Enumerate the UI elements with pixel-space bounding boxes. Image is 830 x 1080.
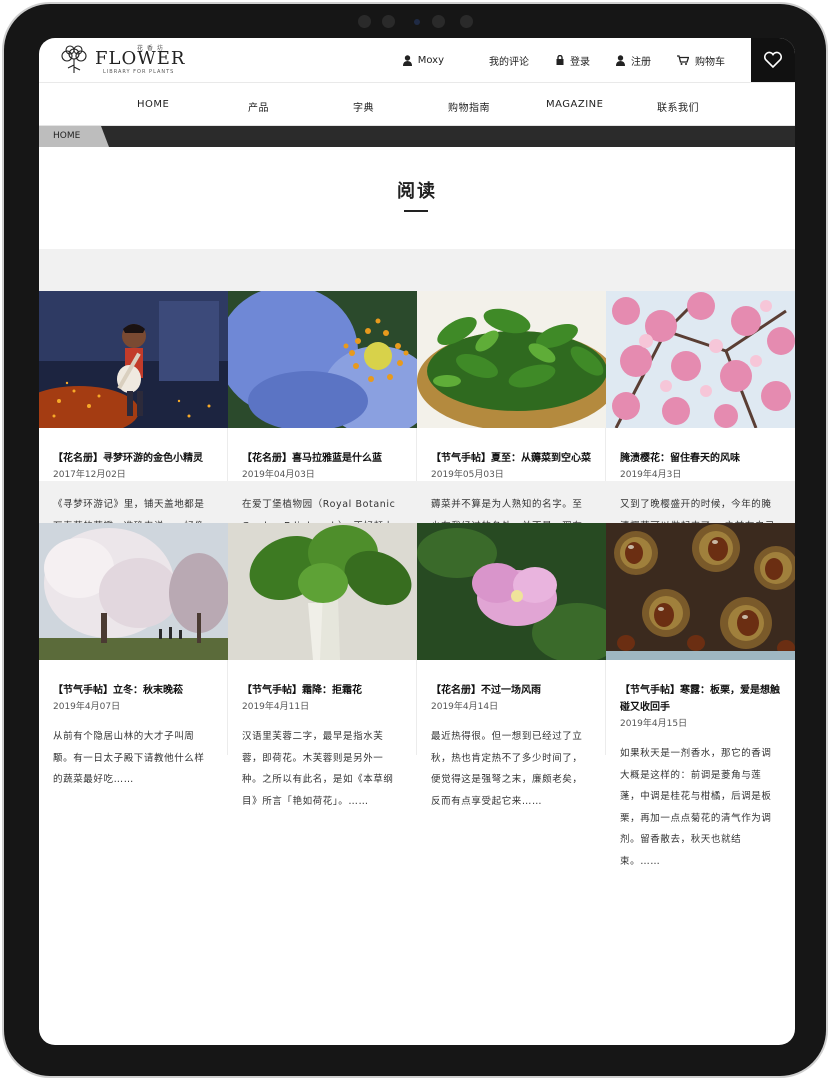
article-title[interactable]: 【花名册】喜马拉雅蓝是什么蓝: [242, 450, 402, 467]
nav-dictionary[interactable]: 字典: [353, 99, 374, 114]
logo-chinese: 花 香 坊: [137, 45, 164, 52]
cart-label: 购物车: [695, 56, 725, 68]
page-title: 阅读: [397, 181, 437, 202]
cart-link[interactable]: 购物车: [677, 53, 725, 68]
user-icon: [402, 54, 412, 66]
camera-sensor: [414, 19, 420, 25]
page-header: 阅读: [39, 147, 795, 249]
logo-subtitle: LIBRARY FOR PLANTS: [103, 69, 175, 75]
article-image[interactable]: [606, 523, 795, 660]
article-card[interactable]: 【花名册】喜马拉雅蓝是什么蓝 2019年04月03日 在爱丁堡植物园（Royal…: [228, 291, 417, 553]
flower-logo-icon: [61, 44, 87, 73]
article-date: 2019年4月3日: [620, 470, 682, 480]
article-title[interactable]: 【节气手帖】霜降：拒霜花: [242, 682, 402, 699]
article-card[interactable]: 【节气手帖】寒露：板栗，爱是想触碰又收回手 2019年4月15日 如果秋天是一剂…: [606, 523, 795, 867]
article-row: 【花名册】寻梦环游的金色小精灵 2017年12月02日 《寻梦环游记》里，铺天盖…: [39, 291, 795, 575]
user-menu[interactable]: Moxy: [402, 54, 444, 66]
cart-icon: [677, 55, 689, 65]
article-title[interactable]: 【花名册】不过一场风雨: [431, 682, 591, 699]
camera-dot: [432, 15, 445, 28]
article-date: 2019年04月03日: [242, 470, 315, 480]
article-image[interactable]: [39, 523, 228, 660]
nav-contact[interactable]: 联系我们: [657, 99, 699, 114]
breadcrumb: HOME: [39, 126, 795, 147]
logo-wordmark: FLOWER: [95, 48, 186, 69]
article-title[interactable]: 【节气手帖】夏至：从薅菜到空心菜: [431, 450, 591, 467]
site-logo[interactable]: 花 香 坊 FLOWER LIBRARY FOR PLANTS: [57, 44, 185, 75]
article-excerpt: 最近热得很。但一想到已经过了立秋，热也肯定热不了多少时间了，便觉得这是强弩之末，…: [431, 731, 583, 807]
article-card[interactable]: 腌渍樱花：留住春天的风味 2019年4月3日 又到了晚樱盛开的时候，今年的腌渍樱…: [606, 291, 795, 575]
camera-dot: [460, 15, 473, 28]
heart-icon: [763, 51, 783, 69]
article-date: 2019年4月07日: [53, 702, 121, 712]
login-label: 登录: [570, 56, 590, 68]
my-comments-link[interactable]: 我的评论: [489, 53, 529, 68]
article-title[interactable]: 【花名册】寻梦环游的金色小精灵: [53, 450, 213, 467]
article-date: 2019年4月11日: [242, 702, 310, 712]
article-image[interactable]: [39, 291, 228, 428]
camera-dot: [382, 15, 395, 28]
nav-home[interactable]: HOME: [137, 99, 169, 110]
breadcrumb-home[interactable]: HOME: [39, 126, 109, 147]
article-card[interactable]: 【节气手帖】夏至：从薅菜到空心菜 2019年05月03日 薅菜并不算是为人熟知的…: [417, 291, 606, 575]
article-date: 2017年12月02日: [53, 470, 126, 480]
login-link[interactable]: 登录: [556, 53, 590, 68]
nav-products[interactable]: 产品: [248, 99, 269, 114]
article-date: 2019年4月15日: [620, 719, 688, 729]
screen: 花 香 坊 FLOWER LIBRARY FOR PLANTS Moxy 我的评…: [39, 38, 795, 1045]
nav-magazine[interactable]: MAGAZINE: [546, 99, 603, 110]
top-bar: 花 香 坊 FLOWER LIBRARY FOR PLANTS Moxy 我的评…: [39, 38, 795, 83]
article-title[interactable]: 【节气手帖】寒露：板栗，爱是想触碰又收回手: [620, 682, 781, 716]
my-comments-label: 我的评论: [489, 56, 529, 68]
wishlist-button[interactable]: [751, 38, 795, 82]
article-card[interactable]: 【花名册】不过一场风雨 2019年4月14日 最近热得很。但一想到已经过了立秋，…: [417, 523, 606, 807]
section-gap: [39, 249, 795, 291]
main-nav: HOME 产品 字典 购物指南 MAGAZINE 联系我们: [39, 83, 795, 126]
article-excerpt: 如果秋天是一剂香水，那它的香调大概是这样的：前调是菱角与莲蓬，中调是桂花与柑橘，…: [620, 748, 772, 867]
camera-dot: [358, 15, 371, 28]
article-date: 2019年4月14日: [431, 702, 499, 712]
article-row: 【节气手帖】立冬：秋末晚菘 2019年4月07日 从前有个隐居山林的大才子叫周颙…: [39, 523, 795, 867]
article-card[interactable]: 【节气手帖】立冬：秋末晚菘 2019年4月07日 从前有个隐居山林的大才子叫周颙…: [39, 523, 228, 785]
tablet-frame: 花 香 坊 FLOWER LIBRARY FOR PLANTS Moxy 我的评…: [4, 4, 826, 1076]
article-date: 2019年05月03日: [431, 470, 504, 480]
article-card[interactable]: 【花名册】寻梦环游的金色小精灵 2017年12月02日 《寻梦环游记》里，铺天盖…: [39, 291, 228, 575]
register-label: 注册: [631, 56, 651, 68]
lock-icon: [556, 55, 564, 65]
article-card[interactable]: 【节气手帖】霜降：拒霜花 2019年4月11日 汉语里芙蓉二字，最早是指水芙蓉，…: [228, 523, 417, 807]
nav-shopping-guide[interactable]: 购物指南: [448, 99, 490, 114]
article-image[interactable]: [417, 523, 606, 660]
article-title[interactable]: 腌渍樱花：留住春天的风味: [620, 450, 781, 467]
user-name: Moxy: [417, 54, 444, 66]
article-title[interactable]: 【节气手帖】立冬：秋末晚菘: [53, 682, 213, 699]
register-link[interactable]: 注册: [616, 53, 651, 68]
title-underline: [404, 210, 428, 212]
article-image[interactable]: [228, 291, 417, 428]
article-excerpt: 汉语里芙蓉二字，最早是指水芙蓉，即荷花。木芙蓉则是另外一种。之所以有此名，是如《…: [242, 731, 394, 807]
article-excerpt: 从前有个隐居山林的大才子叫周颙。有一日太子殿下请教他什么样的蔬菜最好吃……: [53, 731, 205, 785]
article-image[interactable]: [228, 523, 417, 660]
user-icon: [616, 54, 625, 66]
article-image[interactable]: [606, 291, 795, 428]
article-image[interactable]: [417, 291, 606, 428]
account-nav: Moxy 我的评论 登录 注册 购物车: [402, 38, 795, 82]
